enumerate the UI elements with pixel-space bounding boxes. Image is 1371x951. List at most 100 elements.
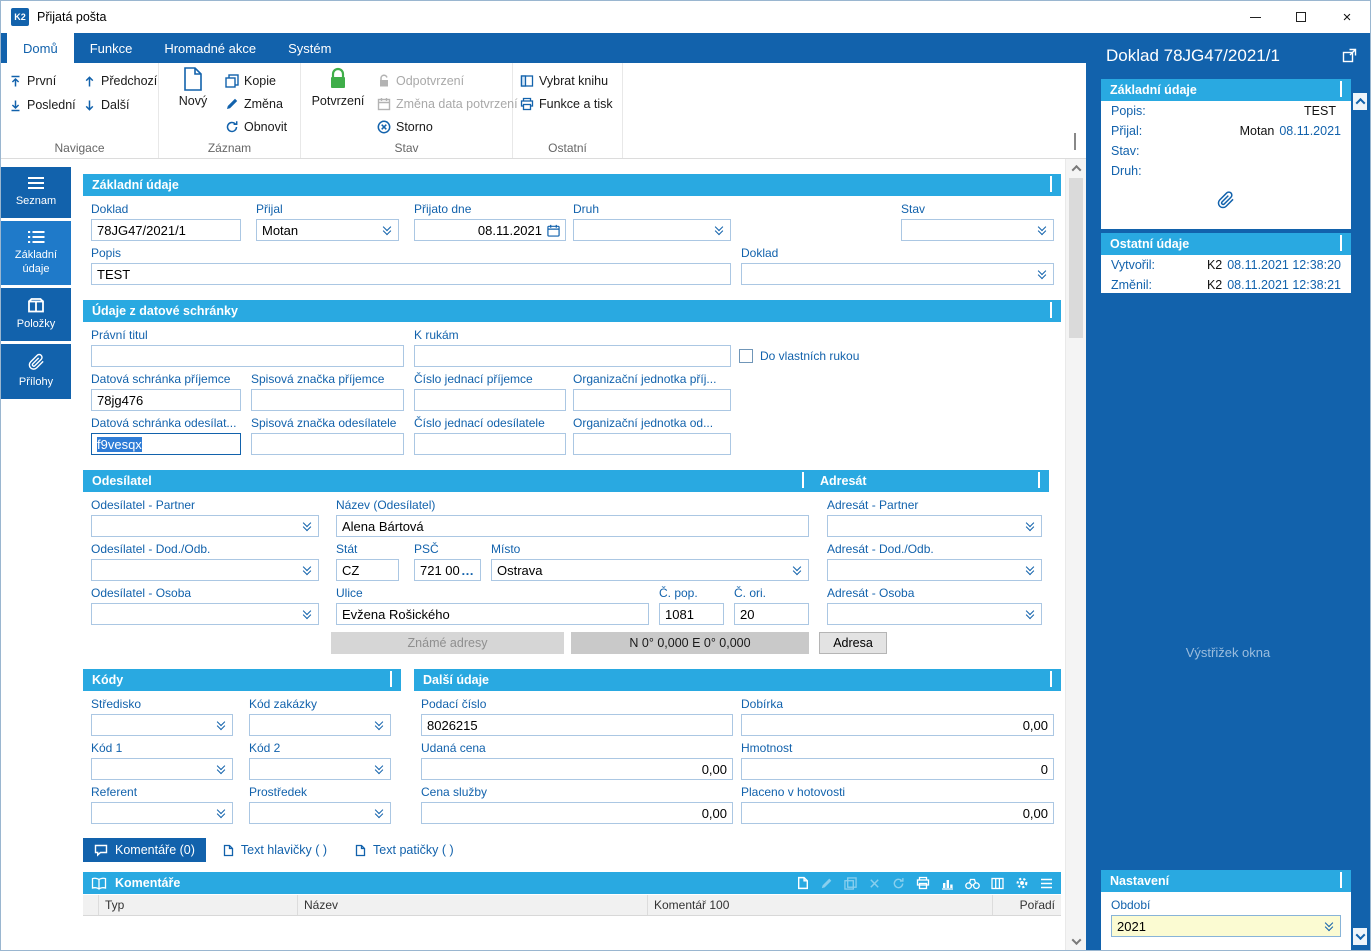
column-komentar[interactable]: Komentář 100 [648, 895, 993, 915]
dropdown-icon[interactable] [1025, 608, 1036, 620]
panel-scroll-up-button[interactable] [1353, 93, 1367, 110]
prostredek-dropdown[interactable] [249, 802, 391, 824]
previous-button[interactable]: Předchozí [83, 70, 157, 92]
kod2-dropdown[interactable] [249, 758, 391, 780]
adresat-dod-odb-dropdown[interactable] [827, 559, 1042, 581]
kod1-dropdown[interactable] [91, 758, 233, 780]
dropdown-icon[interactable] [1324, 920, 1335, 932]
misto-dropdown[interactable]: Ostrava [491, 559, 809, 581]
prijal-dropdown[interactable]: Motan [256, 219, 399, 241]
oj-odesilatele-input[interactable] [573, 433, 731, 455]
dropdown-icon[interactable] [1037, 268, 1048, 280]
dropdown-icon[interactable] [1025, 520, 1036, 532]
collapse-icon[interactable] [1340, 83, 1342, 97]
collapse-icon[interactable] [1340, 237, 1342, 251]
column-poradi[interactable]: Pořadí [993, 895, 1061, 915]
settings-gear-icon[interactable] [1015, 876, 1029, 890]
doklad-input[interactable]: 78JG47/2021/1 [91, 219, 241, 241]
sidebar-item-seznam[interactable]: Seznam [1, 167, 71, 218]
dropdown-icon[interactable] [374, 719, 385, 731]
change-button[interactable]: Změna [225, 93, 283, 115]
sidebar-item-polozky[interactable]: Položky [1, 288, 71, 341]
ds-odesilatele-input[interactable]: f9vesqx [91, 433, 241, 455]
hmotnost-input[interactable]: 0 [741, 758, 1054, 780]
ellipsis-button[interactable]: … [461, 563, 475, 578]
sidebar-item-prilohy[interactable]: Přílohy [1, 344, 71, 399]
last-button[interactable]: Poslední [9, 94, 76, 116]
ribbon-tab-hromadne-akce[interactable]: Hromadné akce [148, 33, 272, 63]
functions-print-button[interactable]: Funkce a tisk [520, 93, 613, 115]
oj-prijemce-input[interactable] [573, 389, 731, 411]
popis-input[interactable]: TEST [91, 263, 731, 285]
sz-odesilatele-input[interactable] [251, 433, 404, 455]
next-button[interactable]: Další [83, 94, 129, 116]
nazev-odesilatel-input[interactable]: Alena Bártová [336, 515, 809, 537]
stat-input[interactable]: CZ [336, 559, 399, 581]
ribbon-tab-domu[interactable]: Domů [7, 33, 74, 63]
minimize-button[interactable] [1232, 1, 1278, 33]
placeno-input[interactable]: 0,00 [741, 802, 1054, 824]
refresh-button[interactable]: Obnovit [225, 116, 287, 138]
printer-icon[interactable] [916, 876, 930, 890]
kod-zakazky-dropdown[interactable] [249, 714, 391, 736]
address-button[interactable]: Adresa [819, 632, 887, 654]
doklad-ref-dropdown[interactable] [741, 263, 1054, 285]
ribbon-tab-system[interactable]: Systém [272, 33, 347, 63]
sz-prijemce-input[interactable] [251, 389, 404, 411]
dropdown-icon[interactable] [302, 564, 313, 576]
known-addresses-button[interactable]: Známé adresy [331, 632, 564, 654]
dropdown-icon[interactable] [382, 224, 393, 236]
chart-icon[interactable] [941, 877, 954, 890]
gps-coordinates-button[interactable]: N 0° 0,000 E 0° 0,000 [571, 632, 809, 654]
cena-sluzby-input[interactable]: 0,00 [421, 802, 733, 824]
pravni-titul-input[interactable] [91, 345, 404, 367]
column-typ[interactable]: Typ [99, 895, 298, 915]
dropdown-icon[interactable] [302, 608, 313, 620]
menu-icon[interactable] [1040, 878, 1053, 889]
k-rukam-input[interactable] [414, 345, 731, 367]
close-button[interactable]: × [1324, 1, 1370, 33]
scroll-up-button[interactable] [1066, 159, 1086, 177]
sidebar-item-zakladni-udaje[interactable]: Základní údaje [1, 221, 71, 286]
odesilatel-dod-odb-dropdown[interactable] [91, 559, 319, 581]
adresat-osoba-dropdown[interactable] [827, 603, 1042, 625]
dropdown-icon[interactable] [216, 763, 227, 775]
panel-scroll-down-button[interactable] [1353, 928, 1367, 945]
c-ori-input[interactable]: 20 [734, 603, 809, 625]
binoculars-icon[interactable] [965, 877, 980, 890]
dropdown-icon[interactable] [374, 807, 385, 819]
podaci-cislo-input[interactable]: 8026215 [421, 714, 733, 736]
dropdown-icon[interactable] [216, 807, 227, 819]
ribbon-collapse-button[interactable] [1074, 135, 1076, 150]
calendar-icon[interactable] [547, 224, 560, 237]
dropdown-icon[interactable] [714, 224, 725, 236]
stav-dropdown[interactable] [901, 219, 1054, 241]
c-pop-input[interactable]: 1081 [659, 603, 724, 625]
maximize-button[interactable] [1278, 1, 1324, 33]
copy-button[interactable]: Kopie [225, 70, 276, 92]
attachment-paperclip-icon[interactable] [1217, 190, 1235, 210]
tab-text-hlavicky[interactable]: Text hlavičky ( ) [212, 838, 338, 862]
dropdown-icon[interactable] [1037, 224, 1048, 236]
odesilatel-partner-dropdown[interactable] [91, 515, 319, 537]
dropdown-icon[interactable] [216, 719, 227, 731]
collapse-icon[interactable] [1050, 304, 1052, 318]
udana-cena-input[interactable]: 0,00 [421, 758, 733, 780]
prijato-dne-date-input[interactable]: 08.11.2021 [414, 219, 566, 241]
comments-table-body[interactable] [83, 916, 1061, 950]
ulice-input[interactable]: Evžena Rošického [336, 603, 649, 625]
scrollbar-thumb[interactable] [1069, 178, 1083, 338]
period-dropdown[interactable]: 2021 [1111, 915, 1341, 937]
column-nazev[interactable]: Název [298, 895, 648, 915]
collapse-icon[interactable] [802, 474, 804, 488]
storno-button[interactable]: Storno [377, 116, 433, 138]
columns-icon[interactable] [991, 877, 1004, 890]
cj-prijemce-input[interactable] [414, 389, 566, 411]
ds-prijemce-input[interactable]: 78jg476 [91, 389, 241, 411]
confirm-button[interactable]: Potvrzení [305, 67, 371, 108]
collapse-icon[interactable] [390, 673, 392, 687]
new-document-icon[interactable] [797, 876, 809, 890]
cj-odesilatele-input[interactable] [414, 433, 566, 455]
tab-text-paticky[interactable]: Text patičky ( ) [344, 838, 465, 862]
open-in-window-button[interactable] [1342, 48, 1357, 66]
